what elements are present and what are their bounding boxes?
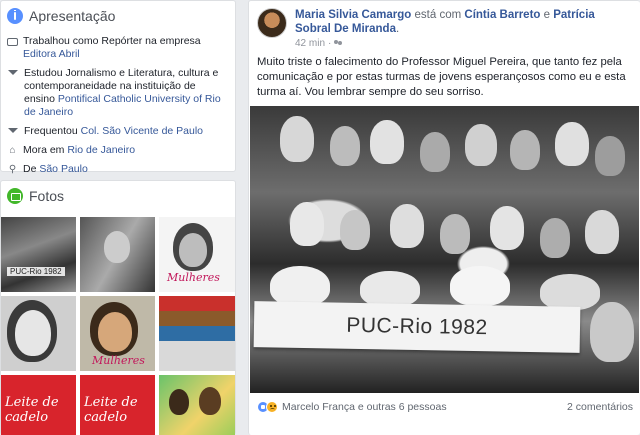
face-shape xyxy=(179,233,207,267)
photos-card: Fotos PUC-Rio 1982 Mulheres Mulheres Lei… xyxy=(0,180,236,435)
post-photo[interactable]: PUC-Rio 1982 xyxy=(250,106,639,393)
intro-item-text: Frequentou xyxy=(24,125,81,137)
photo-figure xyxy=(340,210,370,250)
sad-reaction-icon[interactable] xyxy=(266,401,278,413)
photo-thumb[interactable]: PUC-Rio 1982 xyxy=(1,217,76,292)
intro-item-text: Mora em xyxy=(23,144,68,156)
post-author-line: Maria Silvia Camargo está com Cíntia Bar… xyxy=(295,8,630,36)
photo-figure xyxy=(595,136,625,176)
tagged-user-link[interactable]: Cíntia Barreto xyxy=(464,9,540,21)
intro-title: Apresentação xyxy=(29,8,116,24)
with-text: está com xyxy=(411,9,465,21)
photo-figure xyxy=(555,122,589,166)
intro-link-school[interactable]: Col. São Vicente de Paulo xyxy=(81,125,203,137)
home-icon: ⌂ xyxy=(9,145,16,156)
intro-card: Apresentação Trabalhou como Repórter na … xyxy=(0,0,236,175)
intro-link-employer[interactable]: Editora Abril xyxy=(23,48,80,60)
photo-figure xyxy=(270,266,330,306)
photo-figure xyxy=(370,120,404,164)
intro-list: Trabalhou como Repórter na empresa Edito… xyxy=(1,31,235,176)
period-text: . xyxy=(395,23,400,35)
post-timestamp[interactable]: 42 min xyxy=(295,38,325,49)
photo-thumb[interactable]: Leite de cadelo xyxy=(80,375,155,435)
graduation-cap-icon xyxy=(8,128,18,133)
mulheres-logo: Mulheres xyxy=(92,354,145,367)
post-meta: Maria Silvia Camargo está com Cíntia Bar… xyxy=(295,8,630,49)
photo-figure xyxy=(540,274,600,310)
face-shape xyxy=(104,231,130,263)
photo-figure xyxy=(590,302,634,362)
map-pin-icon: ⚲ xyxy=(8,164,17,175)
comments-link[interactable]: 2 comentários xyxy=(567,401,633,413)
photo-thumb[interactable]: Leite de cadelo xyxy=(1,375,76,435)
post-footer: Marcelo França e outras 6 pessoas 2 come… xyxy=(257,401,633,413)
intro-link-city[interactable]: Rio de Janeiro xyxy=(67,144,135,156)
post-header: Maria Silvia Camargo está com Cíntia Bar… xyxy=(257,8,630,49)
author-link[interactable]: Maria Silvia Camargo xyxy=(295,9,411,21)
photo-figure xyxy=(360,271,420,307)
photo-figure xyxy=(585,210,619,254)
reactors-link[interactable]: Marcelo França e outras 6 pessoas xyxy=(282,401,447,413)
photo-figure xyxy=(490,206,524,250)
and-text: e xyxy=(540,9,554,21)
photo-figure xyxy=(450,266,510,306)
photo-figure xyxy=(440,214,470,254)
photo-icon xyxy=(7,188,23,204)
photo-thumb[interactable] xyxy=(1,296,76,371)
photo-thumb[interactable] xyxy=(80,217,155,292)
photo-figure xyxy=(420,132,450,172)
leite-logo: Leite de cadelo xyxy=(84,395,138,425)
leite-logo: Leite de cadelo xyxy=(5,395,59,425)
intro-item-lives: ⌂ Mora em Rio de Janeiro xyxy=(7,144,229,157)
photo-figure xyxy=(280,116,314,162)
intro-link-hometown[interactable]: São Paulo xyxy=(39,163,87,175)
post-card: Maria Silvia Camargo está com Cíntia Bar… xyxy=(248,0,640,435)
intro-header: Apresentação xyxy=(1,1,235,31)
photo-banner-text: PUC-Rio 1982 xyxy=(346,313,488,340)
post-body: Muito triste o falecimento do Professor … xyxy=(257,56,626,98)
intro-item-school: Frequentou Col. São Vicente de Paulo xyxy=(7,125,229,138)
photo-figure xyxy=(390,204,424,248)
avatar[interactable] xyxy=(257,8,287,38)
photo-banner: PUC-Rio 1982 xyxy=(253,301,581,353)
photo-figure xyxy=(540,218,570,258)
separator-dot: · xyxy=(328,38,332,49)
face-shape xyxy=(169,389,189,415)
intro-item-education: Estudou Jornalismo e Literatura, cultura… xyxy=(7,67,229,119)
photo-figure xyxy=(465,124,497,166)
intro-item-text: De xyxy=(23,163,40,175)
photo-figure xyxy=(510,130,540,170)
photos-header: Fotos xyxy=(1,181,235,211)
briefcase-icon xyxy=(7,38,18,46)
photo-figure xyxy=(330,126,360,166)
intro-item-from: ⚲ De São Paulo xyxy=(7,163,229,176)
post-subline: 42 min · xyxy=(295,38,630,49)
intro-item-work: Trabalhou como Repórter na empresa Edito… xyxy=(7,35,229,61)
photo-thumb[interactable]: Mulheres xyxy=(80,296,155,371)
photo-figure xyxy=(290,202,324,246)
photo-thumb[interactable]: Mulheres xyxy=(159,217,235,292)
graduation-cap-icon xyxy=(8,70,18,75)
face-shape xyxy=(98,312,132,352)
face-shape xyxy=(15,310,51,356)
friends-audience-icon[interactable] xyxy=(334,39,344,48)
mulheres-logo: Mulheres xyxy=(167,271,220,284)
photos-title[interactable]: Fotos xyxy=(29,188,64,204)
photo-thumb[interactable] xyxy=(159,296,235,371)
photo-thumb[interactable] xyxy=(159,375,235,435)
face-shape xyxy=(199,387,221,415)
intro-item-text: Trabalhou como Repórter na empresa xyxy=(23,35,201,47)
info-icon xyxy=(7,8,23,24)
photo-thumb-caption: PUC-Rio 1982 xyxy=(7,267,65,276)
